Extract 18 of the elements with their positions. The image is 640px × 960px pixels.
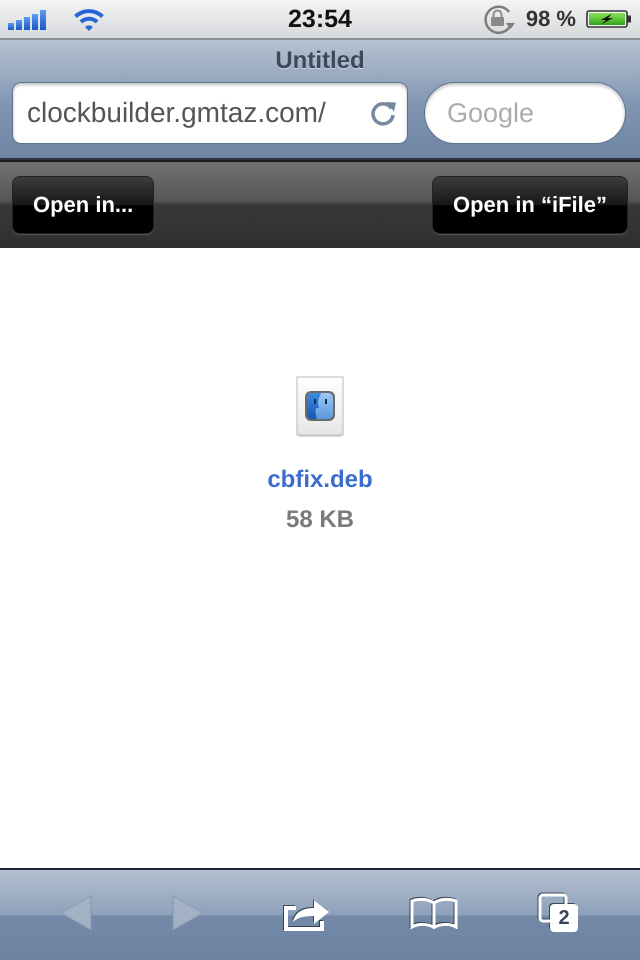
open-in-app-button[interactable]: Open in “iFile” — [432, 176, 628, 234]
file-size: 58 KB — [286, 505, 354, 535]
signal-icon — [8, 10, 46, 30]
clock-time: 23:54 — [288, 4, 352, 34]
address-field[interactable]: clockbuilder.gmtaz.com/ — [12, 82, 408, 144]
file-icon — [296, 376, 344, 438]
page-title: Untitled — [274, 46, 366, 76]
rotation-lock-icon — [482, 4, 516, 34]
reload-icon[interactable] — [369, 99, 397, 127]
battery-charging-icon — [586, 10, 632, 28]
file-name: cbfix.deb — [267, 465, 373, 495]
open-in-button[interactable]: Open in... — [12, 176, 154, 234]
wifi-icon — [73, 7, 105, 31]
search-field[interactable]: Google — [424, 82, 626, 144]
battery-percentage: 98 % — [526, 6, 576, 32]
tab-count-badge: 2 — [550, 904, 578, 932]
book-icon[interactable] — [410, 897, 458, 929]
tabs-button[interactable]: 2 — [538, 893, 580, 933]
